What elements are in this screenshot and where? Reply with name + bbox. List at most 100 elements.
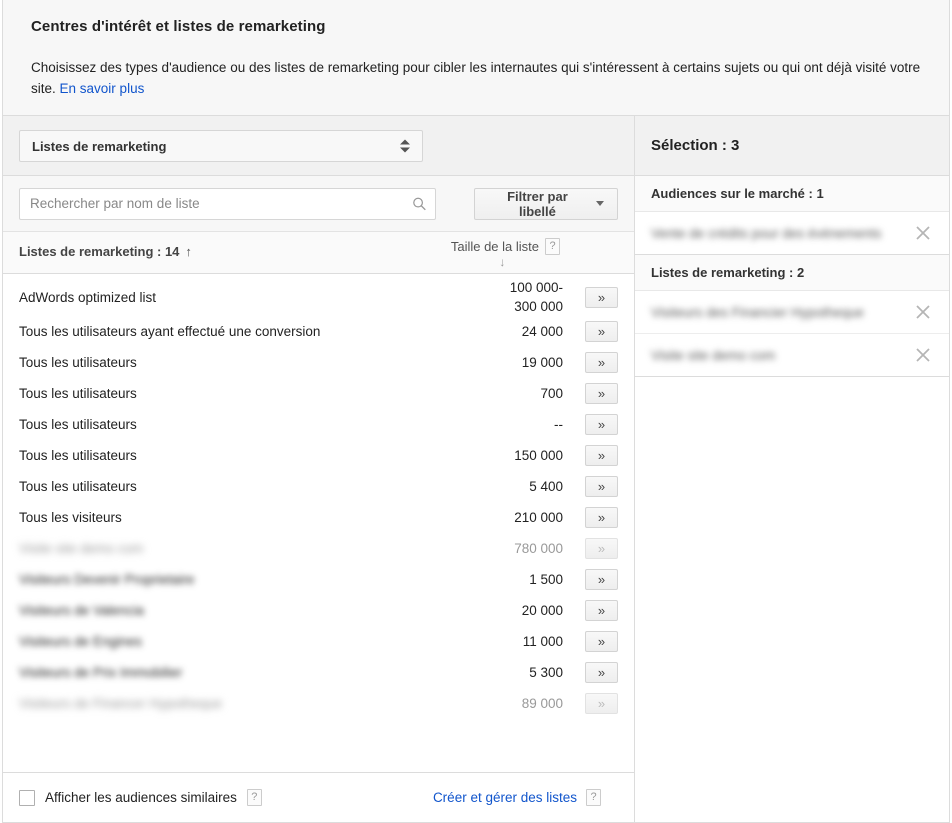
list-size: 11 000 [522,634,563,649]
list-size: -- [554,417,563,432]
chevron-down-icon [596,201,604,206]
table-row[interactable]: Tous les utilisateurs 700 » [3,378,634,409]
audience-type-select[interactable]: Listes de remarketing [19,130,423,162]
similar-audiences-label: Afficher les audiences similaires [45,790,237,805]
selected-item-label: Vente de crédits pour des évènements [651,225,882,241]
selection-pane: Sélection : 3 Audiences sur le marché : … [635,116,949,822]
search-input[interactable] [19,187,436,220]
table-row[interactable]: AdWords optimized list 100 000- 300 000 » [3,278,634,316]
close-icon[interactable] [913,302,933,322]
selection-header: Sélection : 3 [635,116,949,176]
table-row[interactable]: Visite site demo com 780 000 » [3,533,634,564]
similar-audiences-help-icon[interactable]: ? [246,789,262,806]
selection-group: Listes de remarketing : 2 Visiteurs des F… [635,255,949,377]
table-row[interactable]: Tous les utilisateurs -- » [3,409,634,440]
table-row[interactable]: Tous les utilisateurs 19 000 » [3,347,634,378]
list-name: AdWords optimized list [19,289,157,305]
audience-type-select-value: Listes de remarketing [32,138,167,154]
triangle-down-icon [400,147,410,153]
add-list-button[interactable]: » [585,507,618,528]
list-table-header: Listes de remarketing : 14 ↑ Taille de l… [3,232,634,274]
list-name: Tous les utilisateurs [19,417,137,432]
selection-groups: Audiences sur le marché : 1 Vente de créd… [635,176,949,377]
audience-type-select-row: Listes de remarketing [3,116,634,176]
manage-lists-help-icon[interactable]: ? [586,789,601,806]
table-row[interactable]: Tous les visiteurs 210 000 » [3,502,634,533]
list-size-help-icon[interactable]: ? [545,238,560,255]
search-box [19,187,436,220]
add-list-button[interactable]: » [585,569,618,590]
selected-item-label: Visiteurs des Financier Hypotheque [651,304,864,320]
audience-picker-widget: Centres d'intérêt et listes de remarketi… [2,0,950,823]
sort-descending-icon: ↓ [499,255,506,269]
list-size: 5 300 [529,665,563,680]
selection-group-header: Listes de remarketing : 2 [635,255,949,291]
similar-audiences-checkbox-row[interactable]: Afficher les audiences similaires ? [19,789,262,806]
add-list-button[interactable]: » [585,383,618,404]
learn-more-link[interactable]: En savoir plus [60,81,145,96]
list-size: 150 000 [514,448,563,463]
header-description-text: Choisissez des types d'audience ou des l… [31,60,921,96]
list-size: 5 400 [529,479,563,494]
selected-item: Vente de crédits pour des évènements [635,212,949,254]
spinner-arrows-icon [400,139,410,153]
list-name: Visiteurs de Engines [19,634,142,649]
table-row[interactable]: Visiteurs de Financer Hypotheque 89 000 » [3,688,634,719]
header-description: Choisissez des types d'audience ou des l… [31,57,921,99]
list-name: Tous les utilisateurs [19,386,137,401]
add-list-button[interactable]: » [585,631,618,652]
add-list-button[interactable]: » [585,414,618,435]
list-name: Visiteurs de Valencia [19,603,144,618]
table-row[interactable]: Tous les utilisateurs ayant effectué une… [3,316,634,347]
column-header-size[interactable]: Taille de la liste ? ↓ [450,238,560,269]
column-header-name[interactable]: Listes de remarketing : 14 ↑ [19,244,192,259]
manage-lists-link[interactable]: Créer et gérer des listes [433,790,577,805]
column-header-name-text: Listes de remarketing : 14 [19,244,180,259]
column-header-size-text: Taille de la liste [450,239,539,254]
list-size: 100 000- 300 000 [509,280,563,314]
list-name: Tous les utilisateurs [19,355,137,370]
search-row: Filtrer par libellé [3,176,634,232]
add-list-button[interactable]: » [585,445,618,466]
add-list-button[interactable]: » [585,476,618,497]
list-size: 19 000 [521,355,563,370]
list-name: Tous les visiteurs [19,510,122,525]
list-name: Visiteurs Devenir Proprietaire [19,572,195,587]
filter-by-label-button[interactable]: Filtrer par libellé [473,187,618,220]
similar-audiences-checkbox[interactable] [19,789,35,806]
triangle-up-icon [400,139,410,145]
page-title: Centres d'intérêt et listes de remarketi… [31,18,326,35]
table-row[interactable]: Visiteurs Devenir Proprietaire 1 500 » [3,564,634,595]
selection-group: Audiences sur le marché : 1 Vente de créd… [635,176,949,255]
add-list-button[interactable]: » [585,538,618,559]
remarketing-list: AdWords optimized list 100 000- 300 000» T… [3,274,634,772]
selected-item: Visiteurs des Financier Hypotheque [635,291,949,333]
add-list-button[interactable]: » [585,693,618,714]
table-row[interactable]: Visiteurs de Valencia 20 000 » [3,595,634,626]
list-size: 1 500 [529,572,563,587]
add-list-button[interactable]: » [585,286,618,308]
list-size: 700 [540,386,563,401]
left-pane-footer: Afficher les audiences similaires ? Crée… [3,772,634,822]
add-list-button[interactable]: » [585,600,618,621]
table-row[interactable]: Visiteurs de Engines 11 000 » [3,626,634,657]
widget-header: Centres d'intérêt et listes de remarketi… [3,0,949,116]
list-size: 20 000 [521,603,563,618]
close-icon[interactable] [913,345,933,365]
table-row[interactable]: Tous les utilisateurs 5 400 » [3,471,634,502]
list-name: Visite site demo com [19,541,144,556]
add-list-button[interactable]: » [585,321,618,342]
selected-item-label: Visite site demo com [651,347,776,363]
list-name: Tous les utilisateurs [19,479,137,494]
add-list-button[interactable]: » [585,352,618,373]
selected-item: Visite site demo com [635,333,949,376]
left-pane: Listes de remarketing Filtrer par libell… [3,116,635,822]
list-size: 780 000 [514,541,563,556]
list-size: 89 000 [521,696,563,711]
list-name: Visiteurs de Financer Hypotheque [19,696,223,711]
table-row[interactable]: Tous les utilisateurs 150 000 » [3,440,634,471]
add-list-button[interactable]: » [585,662,618,683]
table-row[interactable]: Visiteurs de Prix Immobilier 5 300 » [3,657,634,688]
close-icon[interactable] [913,223,933,243]
list-name: Tous les utilisateurs ayant effectué une… [19,324,321,339]
